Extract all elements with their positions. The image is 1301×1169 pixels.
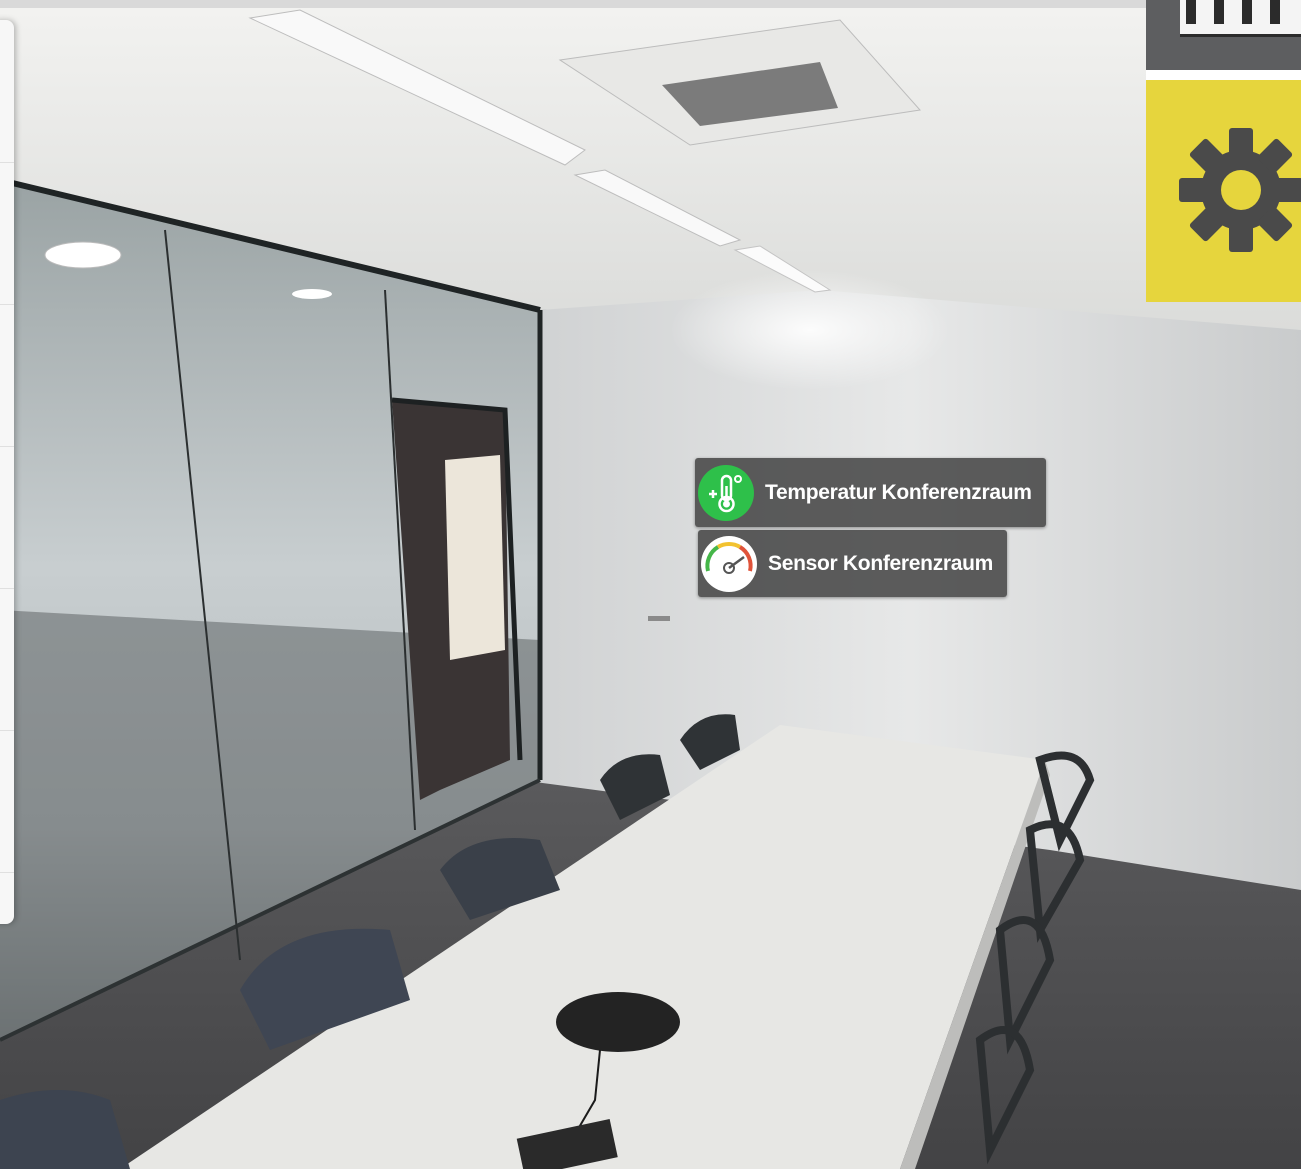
side-panel-row[interactable] (0, 730, 14, 873)
side-panel[interactable] (0, 20, 14, 924)
hotspot-sensor[interactable]: Sensor Konferenzraum (698, 530, 1008, 597)
side-panel-row[interactable] (0, 588, 14, 731)
side-panel-row[interactable] (0, 162, 14, 305)
side-panel-row[interactable] (0, 446, 14, 589)
hotspot-temperature-label: Temperatur Konferenzraum (765, 480, 1032, 504)
top-strip (0, 0, 1146, 8)
side-panel-row[interactable] (0, 20, 14, 163)
gauge-icon (698, 533, 760, 595)
hotspot-sensor-label: Sensor Konferenzraum (768, 551, 994, 575)
panorama-view[interactable] (0, 0, 1301, 1169)
side-panel-row[interactable] (0, 304, 14, 447)
thermometer-icon (695, 462, 757, 524)
building-icon (1180, 0, 1301, 37)
menu-divider (1146, 70, 1301, 80)
corner-menu (1146, 0, 1301, 302)
gear-icon (1179, 128, 1301, 252)
menu-tile-top[interactable] (1146, 0, 1301, 70)
settings-button[interactable] (1146, 80, 1301, 302)
hotspot-temperature[interactable]: Temperatur Konferenzraum (695, 458, 1046, 527)
